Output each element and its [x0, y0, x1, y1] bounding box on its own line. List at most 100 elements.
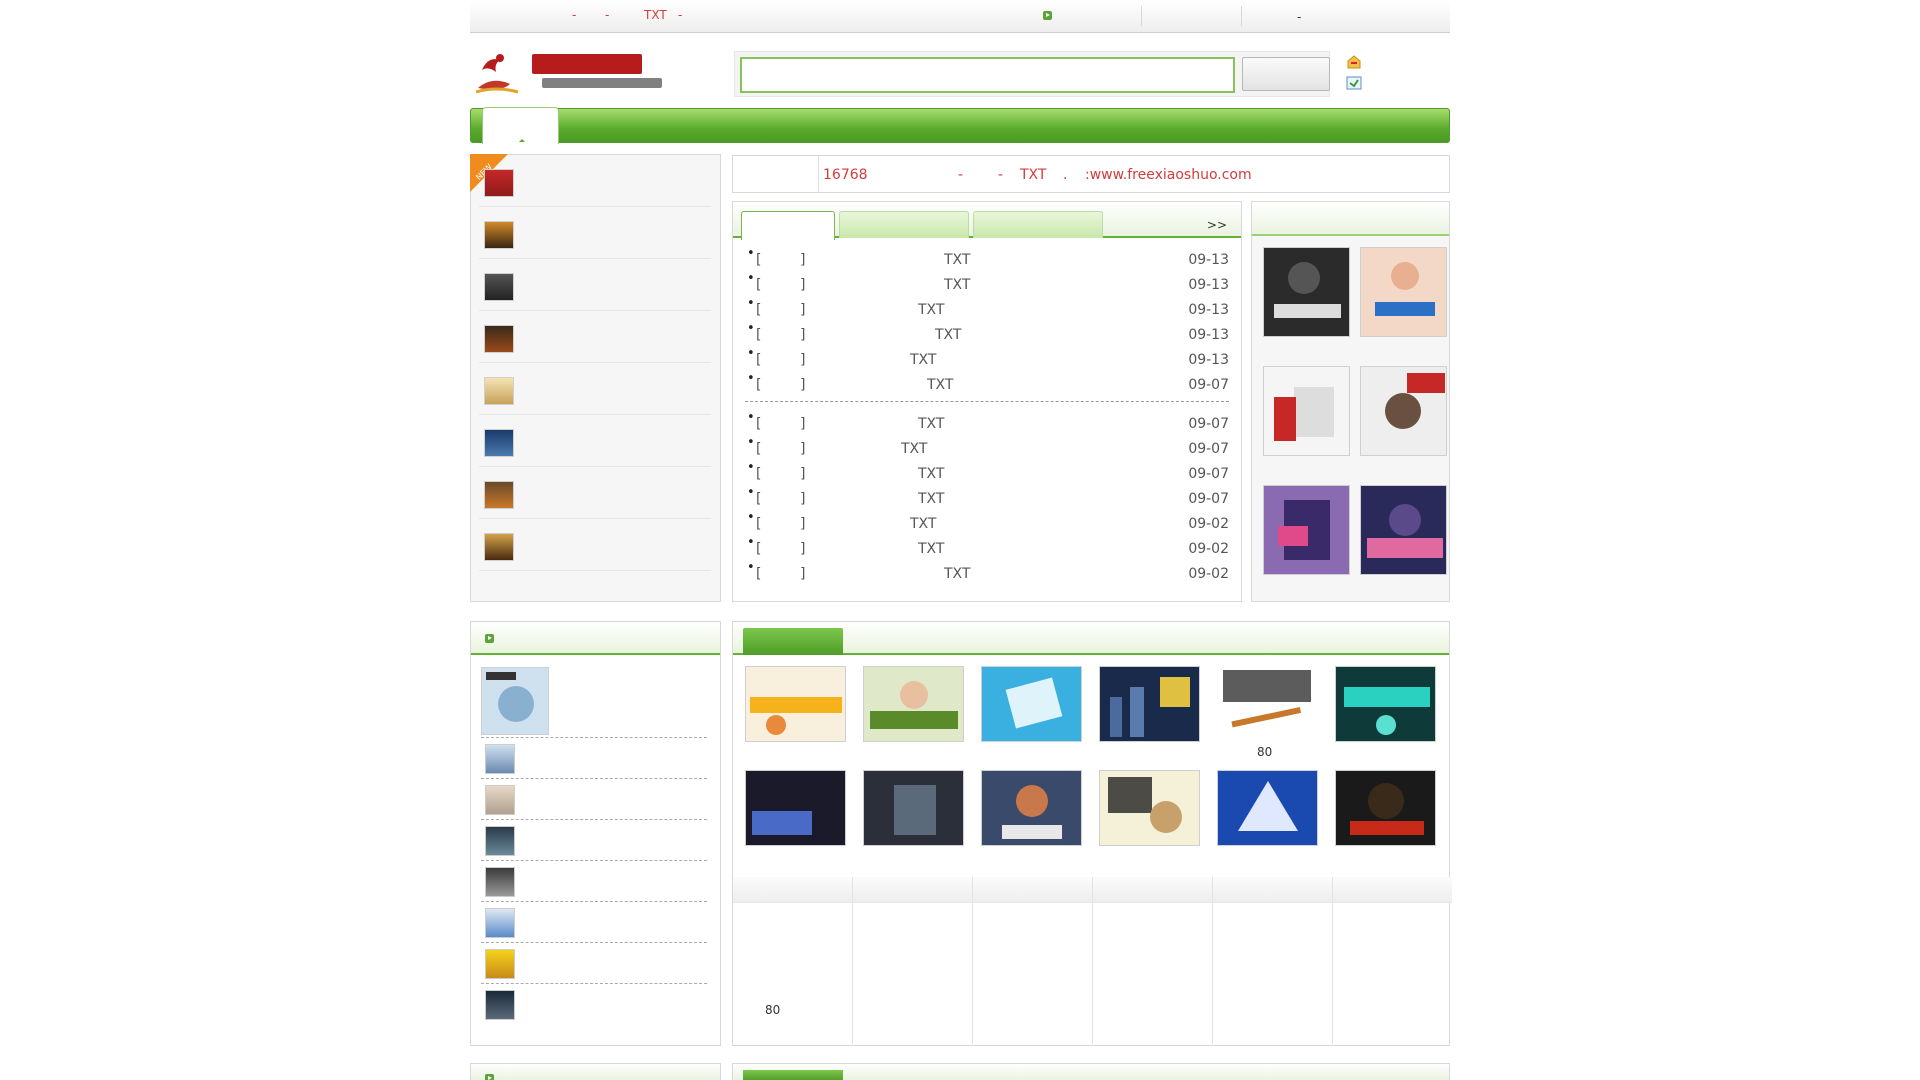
update-row[interactable]: •[] TXT 09-02 [747, 560, 1229, 587]
book-title-link[interactable]: TXT [918, 491, 944, 507]
book-title-link[interactable]: TXT [910, 516, 936, 532]
book-cover[interactable] [981, 770, 1082, 846]
bookmark-icon[interactable] [1346, 76, 1362, 90]
book-cover[interactable] [1263, 366, 1350, 456]
category-bracket-left: [ [756, 377, 762, 393]
update-row[interactable]: •[] TXT 09-13 [747, 296, 1229, 323]
book-title-link[interactable]: TXT [944, 277, 970, 293]
update-row[interactable]: •[] TXT 09-02 [747, 535, 1229, 562]
book-thumb[interactable] [484, 481, 514, 509]
tab-third[interactable] [973, 211, 1103, 238]
book-thumb[interactable] [485, 990, 515, 1020]
nav-tab-home[interactable] [482, 107, 559, 144]
book-cover[interactable] [481, 667, 549, 735]
book-cover[interactable] [1099, 770, 1200, 846]
list-item[interactable] [479, 207, 711, 259]
list-item[interactable] [479, 155, 711, 207]
update-row[interactable]: •[] TXT 09-02 [747, 510, 1229, 537]
list-item[interactable] [481, 738, 707, 779]
grid-header [733, 622, 1449, 655]
book-caption[interactable]: 80 [1257, 745, 1272, 759]
book-cover[interactable] [1360, 366, 1447, 456]
book-thumb[interactable] [484, 273, 514, 301]
book-thumb[interactable] [484, 169, 514, 197]
book-thumb[interactable] [485, 949, 515, 979]
category-bracket-left: [ [756, 352, 762, 368]
book-thumb[interactable] [485, 908, 515, 938]
book-thumb[interactable] [485, 744, 515, 774]
book-title-link[interactable]: TXT [901, 441, 927, 457]
book-thumb[interactable] [485, 826, 515, 856]
grid-tab[interactable] [743, 628, 843, 655]
book-title-link[interactable]: TXT [918, 541, 944, 557]
update-row[interactable]: •[] TXT 09-07 [747, 460, 1229, 487]
update-row[interactable]: •[] TXT 09-07 [747, 410, 1229, 437]
book-cover[interactable] [1360, 247, 1447, 337]
book-thumb[interactable] [485, 785, 515, 815]
list-item[interactable] [481, 902, 707, 943]
book-thumb[interactable] [484, 377, 514, 405]
book-thumb[interactable] [484, 325, 514, 353]
list-item[interactable] [479, 415, 711, 467]
more-link[interactable]: >> [1207, 218, 1227, 232]
update-row[interactable]: •[] TXT 09-07 [747, 435, 1229, 462]
list-item[interactable] [479, 311, 711, 363]
book-cover[interactable] [1263, 247, 1350, 337]
list-item[interactable] [481, 820, 707, 861]
book-cover[interactable] [1360, 485, 1447, 575]
book-cover[interactable] [1217, 666, 1318, 742]
update-row[interactable]: •[] TXT 09-07 [747, 485, 1229, 512]
book-cover[interactable] [981, 666, 1082, 742]
book-cover[interactable] [1335, 666, 1436, 742]
book-title-link[interactable]: TXT [918, 302, 944, 318]
top-link[interactable]: - [605, 8, 609, 22]
cell-header [1213, 877, 1332, 903]
book-title-link[interactable]: TXT [918, 466, 944, 482]
tab-latest[interactable] [741, 211, 835, 240]
book-thumb[interactable] [484, 429, 514, 457]
top-link[interactable]: TXT [644, 8, 667, 22]
home-icon[interactable] [1346, 55, 1362, 69]
logo-icon[interactable] [472, 48, 672, 98]
book-cover[interactable] [745, 770, 846, 846]
book-cover[interactable] [863, 770, 964, 846]
list-item[interactable] [479, 259, 711, 311]
tab-second[interactable] [839, 211, 969, 238]
book-title-link[interactable]: TXT [927, 377, 953, 393]
cell-text[interactable]: 80 [765, 1003, 780, 1017]
book-thumb[interactable] [484, 221, 514, 249]
list-item[interactable] [479, 363, 711, 415]
arrow-icon [485, 634, 494, 643]
search-button[interactable] [1242, 57, 1330, 91]
list-item[interactable] [481, 861, 707, 902]
book-cover[interactable] [1217, 770, 1318, 846]
book-cover[interactable] [863, 666, 964, 742]
list-item[interactable] [481, 943, 707, 984]
book-cover[interactable] [1263, 485, 1350, 575]
book-title-link[interactable]: TXT [910, 352, 936, 368]
top-link[interactable]: - [678, 8, 682, 22]
book-title-link[interactable]: TXT [944, 566, 970, 582]
book-thumb[interactable] [485, 867, 515, 897]
book-cover[interactable] [1099, 666, 1200, 742]
book-title-link[interactable]: TXT [918, 416, 944, 432]
grid-tab[interactable] [743, 1070, 843, 1080]
update-row[interactable]: •[] TXT 09-13 [747, 346, 1229, 373]
list-item[interactable] [481, 779, 707, 820]
book-title-link[interactable]: TXT [935, 327, 961, 343]
book-cover[interactable] [745, 666, 846, 742]
notice-url[interactable]: :www.freexiaoshuo.com [1085, 167, 1252, 183]
update-row[interactable]: •[] TXT 09-07 [747, 371, 1229, 398]
book-cover[interactable] [1335, 770, 1436, 846]
search-input[interactable] [740, 57, 1235, 93]
list-item[interactable] [479, 467, 711, 519]
update-row[interactable]: •[] TXT 09-13 [747, 246, 1229, 273]
category-bracket-right: ] [800, 541, 806, 557]
update-row[interactable]: •[] TXT 09-13 [747, 321, 1229, 348]
book-thumb[interactable] [484, 533, 514, 561]
list-item[interactable] [481, 984, 707, 1025]
book-title-link[interactable]: TXT [944, 252, 970, 268]
top-link[interactable]: - [572, 8, 576, 22]
update-row[interactable]: •[] TXT 09-13 [747, 271, 1229, 298]
list-item[interactable] [479, 519, 711, 571]
